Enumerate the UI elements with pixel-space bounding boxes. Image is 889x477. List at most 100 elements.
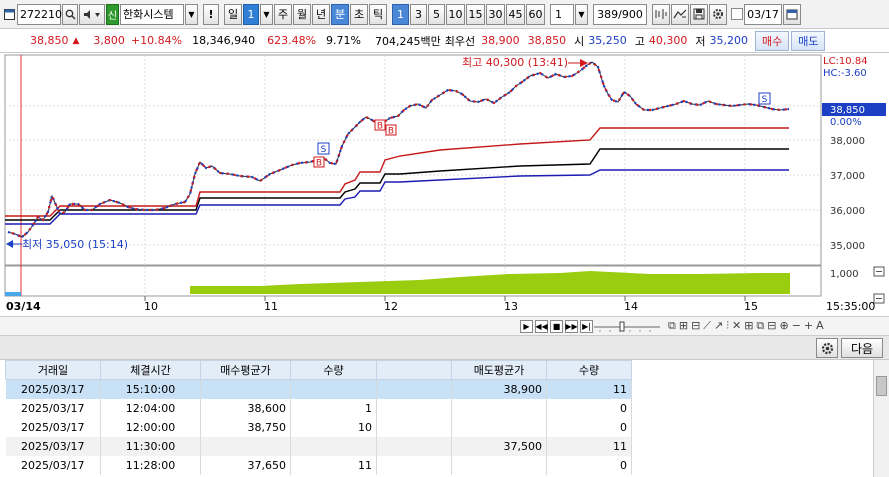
calendar-icon[interactable] bbox=[783, 3, 801, 25]
cell-sell-avg bbox=[451, 455, 547, 475]
period-num-value[interactable]: 1 bbox=[243, 3, 259, 25]
cell-buy-avg: 38,600 bbox=[200, 398, 291, 418]
gear-icon[interactable] bbox=[709, 3, 727, 25]
minus-icon[interactable]: − bbox=[792, 319, 801, 333]
header-blank bbox=[376, 360, 452, 380]
period-tick-tab[interactable]: 틱 bbox=[369, 3, 387, 25]
x-axis-labels: 03/14 10 11 12 13 14 15 15:35:00 bbox=[6, 300, 875, 313]
cell-buy-qty: 10 bbox=[290, 417, 377, 437]
current-price-tag-label: 38,850 bbox=[830, 105, 865, 116]
period-day-tab[interactable]: 일 bbox=[224, 3, 242, 25]
sell-button[interactable]: 매도 bbox=[791, 30, 826, 51]
table-settings-gear-icon[interactable] bbox=[816, 338, 838, 358]
zoom-slider[interactable] bbox=[592, 321, 662, 333]
layout-grid-icon[interactable]: ⊞ bbox=[679, 319, 688, 333]
interval-5-button[interactable]: 5 bbox=[428, 3, 445, 25]
save-icon[interactable] bbox=[690, 3, 708, 25]
cross-tool-icon[interactable]: ✕ bbox=[732, 319, 741, 333]
interval-30-button[interactable]: 30 bbox=[486, 3, 505, 25]
table-scroll-thumb[interactable] bbox=[876, 376, 887, 396]
cell-blank bbox=[376, 398, 452, 418]
lc-label: LC:10.84 bbox=[823, 56, 868, 67]
volume-ratio: 623.48% bbox=[267, 34, 317, 47]
layout-split-icon[interactable]: ⊟ bbox=[691, 319, 700, 333]
crosshair-icon[interactable] bbox=[652, 3, 670, 25]
header-sell-qty[interactable]: 수량 bbox=[546, 360, 632, 380]
interval-15-button[interactable]: 15 bbox=[466, 3, 485, 25]
layout-icon[interactable]: ⧉ bbox=[668, 319, 676, 333]
cell-sell-qty: 0 bbox=[546, 417, 632, 437]
buy-button[interactable]: 매수 bbox=[754, 30, 790, 51]
stop-icon[interactable]: ■ bbox=[550, 320, 563, 333]
scroll-right-icon[interactable]: ▶ bbox=[520, 320, 533, 333]
arrow-tool-icon[interactable]: ↗ bbox=[714, 319, 723, 333]
interval-1-button[interactable]: 1 bbox=[392, 3, 409, 25]
table-row[interactable]: 2025/03/17 12:00:00 38,750 10 0 bbox=[5, 417, 874, 437]
low-label: 저 bbox=[695, 34, 706, 48]
header-sell-avg[interactable]: 매도평균가 bbox=[451, 360, 547, 380]
period-week-tab[interactable]: 주 bbox=[274, 3, 292, 25]
stock-name[interactable]: 한화시스템 bbox=[120, 3, 184, 25]
chart-navigation-bar: ▶ ◀◀ ■ ▶▶ ▶| ⧉ ⊞ ⊟ ⟋ ↗ ⫶ ✕ ⊞ ⧉ ⊟ ⊕ − + A bbox=[0, 316, 889, 336]
rewind-icon[interactable]: ◀◀ bbox=[535, 320, 548, 333]
interval-3-button[interactable]: 3 bbox=[410, 3, 427, 25]
cell-buy-avg bbox=[200, 436, 291, 456]
period-second-tab[interactable]: 초 bbox=[350, 3, 368, 25]
interval-10-button[interactable]: 10 bbox=[446, 3, 465, 25]
interval-45-button[interactable]: 45 bbox=[506, 3, 525, 25]
alert-button[interactable]: ! bbox=[203, 3, 219, 25]
plus-icon[interactable]: + bbox=[804, 319, 813, 333]
open-price: 35,250 bbox=[588, 34, 627, 47]
count-value: 389 bbox=[597, 7, 619, 21]
indicator-icon[interactable] bbox=[671, 3, 689, 25]
fast-forward-icon[interactable]: ▶▶ bbox=[565, 320, 578, 333]
period-dropdown-icon[interactable]: ▼ bbox=[260, 3, 273, 25]
new-listing-badge: 신 bbox=[106, 3, 119, 25]
trend-icon[interactable]: ⟋ bbox=[703, 319, 711, 333]
next-button[interactable]: 다음 bbox=[841, 338, 883, 358]
cell-sell-qty: 11 bbox=[546, 436, 632, 456]
cell-sell-avg: 38,900 bbox=[451, 379, 547, 399]
y-tick-36000: 36,000 bbox=[830, 206, 865, 217]
speaker-icon[interactable] bbox=[79, 3, 105, 25]
chart-canvas: S B B B S 최고 40,300 (13:41) 최저 35,050 (1… bbox=[4, 54, 886, 313]
date-input[interactable]: 03/17 bbox=[744, 3, 782, 25]
cell-date: 2025/03/17 bbox=[5, 417, 101, 437]
header-trade-date[interactable]: 거래일 bbox=[5, 360, 101, 380]
period-month-tab[interactable]: 월 bbox=[293, 3, 311, 25]
interval-60-button[interactable]: 60 bbox=[526, 3, 545, 25]
multiplier-dropdown-icon[interactable]: ▼ bbox=[575, 3, 588, 25]
table-row[interactable]: 2025/03/17 12:04:00 38,600 1 0 bbox=[5, 398, 874, 418]
date-checkbox[interactable] bbox=[731, 8, 743, 20]
period-minute-tab[interactable]: 분 bbox=[331, 3, 349, 25]
stock-code-input[interactable]: 272210 bbox=[17, 3, 62, 25]
window-icon[interactable] bbox=[3, 4, 16, 25]
table-row[interactable]: 2025/03/17 11:30:00 37,500 11 bbox=[5, 436, 873, 456]
zoom-in-icon[interactable]: ⊕ bbox=[779, 319, 788, 333]
header-buy-avg[interactable]: 매수평균가 bbox=[200, 360, 291, 380]
fib-tool-icon[interactable]: ⫶ bbox=[726, 319, 729, 333]
table-vertical-scrollbar[interactable] bbox=[873, 360, 889, 477]
table-row[interactable]: 2025/03/17 15:10:00 38,900 11 bbox=[5, 379, 873, 399]
high-price: 40,300 bbox=[648, 34, 688, 47]
table-row[interactable]: 2025/03/17 11:28:00 37,650 11 0 bbox=[5, 455, 874, 475]
table-tool-icon[interactable]: ⊟ bbox=[767, 319, 776, 333]
x-label-11: 11 bbox=[264, 300, 278, 313]
current-price: 38,850 bbox=[30, 34, 69, 47]
grid-tool-icon[interactable]: ⊞ bbox=[744, 319, 753, 333]
header-buy-qty[interactable]: 수량 bbox=[290, 360, 377, 380]
table-header-row: 거래일 체결시간 매수평균가 수량 매도평균가 수량 bbox=[5, 360, 873, 380]
cell-sell-avg: 37,500 bbox=[451, 436, 547, 456]
stock-dropdown-icon[interactable]: ▼ bbox=[185, 3, 198, 25]
count-display[interactable]: 389/900 bbox=[593, 3, 647, 25]
text-tool-icon[interactable]: A bbox=[816, 319, 824, 333]
header-exec-time[interactable]: 체결시간 bbox=[100, 360, 201, 380]
best-ask: 38,900 bbox=[481, 34, 520, 47]
price-chart[interactable]: S B B B S 최고 40,300 (13:41) 최저 35,050 (1… bbox=[0, 54, 889, 316]
cell-time: 12:04:00 bbox=[100, 398, 201, 418]
signal-s-label-2: S bbox=[762, 95, 768, 105]
period-year-tab[interactable]: 년 bbox=[312, 3, 330, 25]
layers-icon[interactable]: ⧉ bbox=[756, 319, 764, 333]
multiplier-input[interactable]: 1 bbox=[550, 3, 574, 25]
search-icon[interactable] bbox=[62, 3, 78, 25]
